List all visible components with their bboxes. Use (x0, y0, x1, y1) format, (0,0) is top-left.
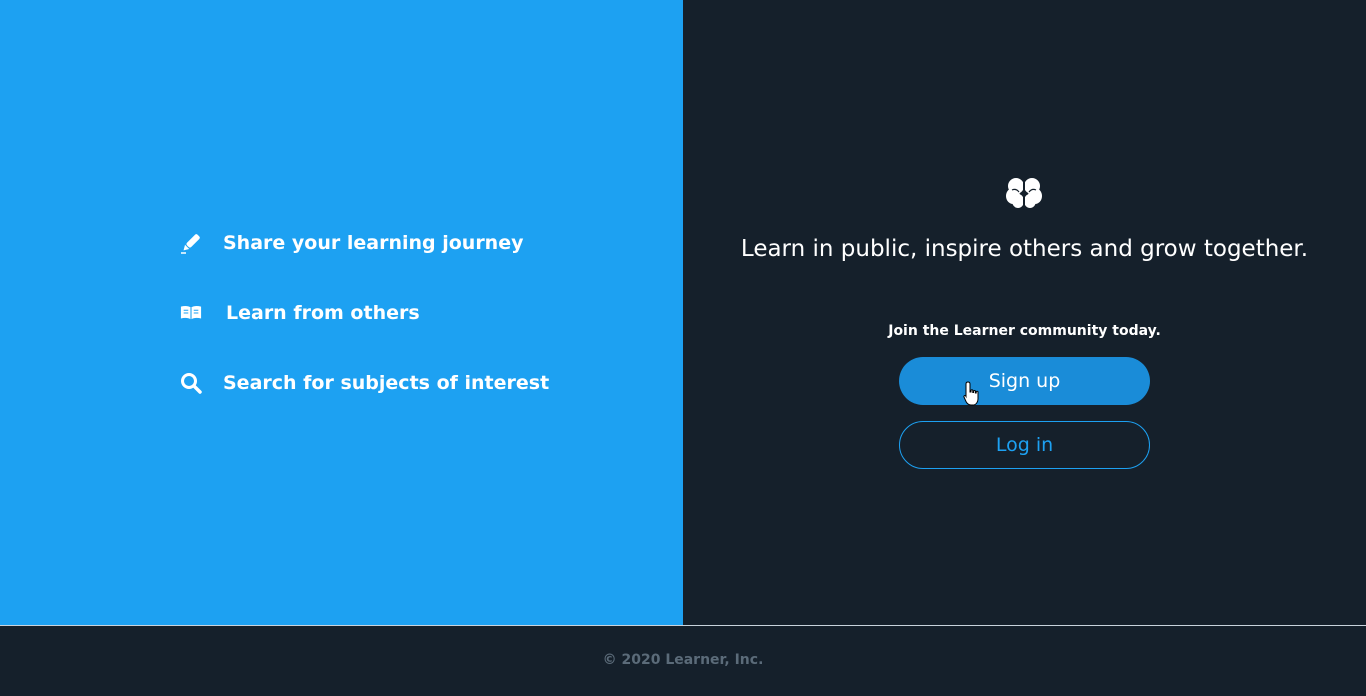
footer: © 2020 Learner, Inc. (0, 625, 1366, 696)
join-text: Join the Learner community today. (888, 323, 1161, 339)
feature-label: Search for subjects of interest (223, 372, 550, 394)
auth-panel (683, 0, 1366, 625)
landing-page: Share your learning journey Learn from o… (0, 0, 1366, 696)
features-panel: Share your learning journey Learn from o… (0, 0, 683, 625)
login-button[interactable]: Log in (899, 421, 1150, 469)
footer-copyright: © 2020 Learner, Inc. (602, 652, 764, 668)
search-icon (180, 372, 202, 394)
feature-label: Learn from others (226, 302, 420, 324)
book-open-icon (180, 302, 202, 324)
feature-label: Share your learning journey (223, 232, 524, 254)
signup-button[interactable]: Sign up (899, 357, 1150, 405)
page-title: Learn in public, inspire others and grow… (740, 236, 1309, 262)
pencil-icon (180, 232, 202, 254)
hand-pointer-icon (963, 381, 981, 407)
brain-icon (1005, 176, 1043, 210)
feature-share-journey: Share your learning journey (180, 229, 523, 257)
feature-learn-from-others: Learn from others (180, 299, 420, 327)
feature-search-subjects: Search for subjects of interest (180, 369, 549, 397)
